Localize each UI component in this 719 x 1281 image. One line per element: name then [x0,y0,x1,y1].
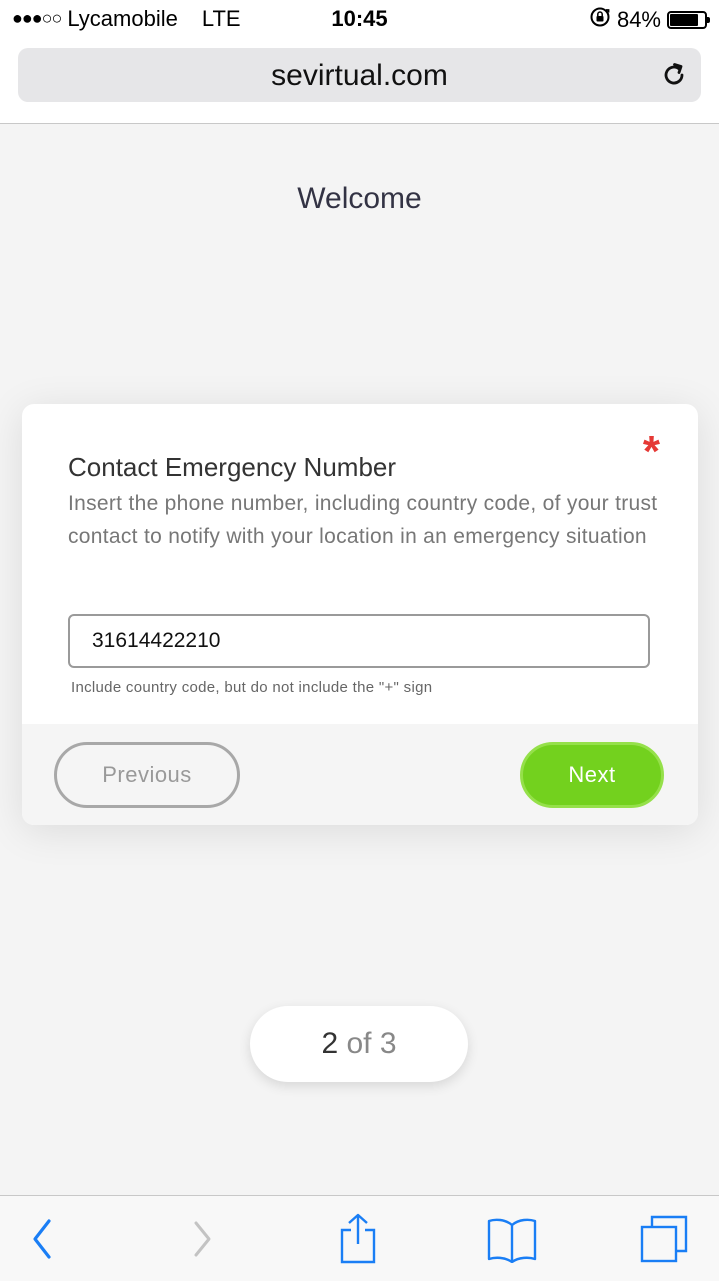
required-indicator: * [642,427,660,476]
share-icon[interactable] [328,1210,388,1268]
page-separator: of [338,1027,380,1060]
status-right: 84% [589,6,710,34]
page-current: 2 [321,1027,339,1060]
question-description: Insert the phone number, including count… [68,492,658,548]
page-total: 3 [379,1027,397,1060]
browser-toolbar [0,1195,719,1281]
battery-icon [667,11,710,29]
browser-address-area: sevirtual.com [0,40,719,124]
next-button[interactable]: Next [520,742,664,808]
previous-button[interactable]: Previous [54,742,240,808]
tabs-icon[interactable] [634,1210,694,1268]
bookmarks-icon[interactable] [482,1210,542,1268]
orientation-lock-icon [589,6,611,34]
back-icon[interactable] [12,1210,72,1268]
battery-percent: 84% [616,7,661,32]
phone-number-input[interactable] [68,614,650,668]
question-title: Contact Emergency Number [68,452,397,482]
address-bar[interactable]: sevirtual.com [18,48,701,102]
url-text[interactable]: sevirtual.com [18,59,701,93]
page-indicator: 2 of 3 [250,1006,468,1082]
question-card: * Contact Emergency Number Insert the ph… [22,404,698,825]
card-footer: Previous Next [22,724,698,825]
reload-icon[interactable] [659,60,689,90]
status-bar: ●●●○○ Lycamobile LTE 10:45 84% [0,0,719,40]
forward-icon[interactable] [172,1210,232,1268]
page-title: Welcome [297,182,422,215]
input-hint: Include country code, but do not include… [71,679,433,696]
